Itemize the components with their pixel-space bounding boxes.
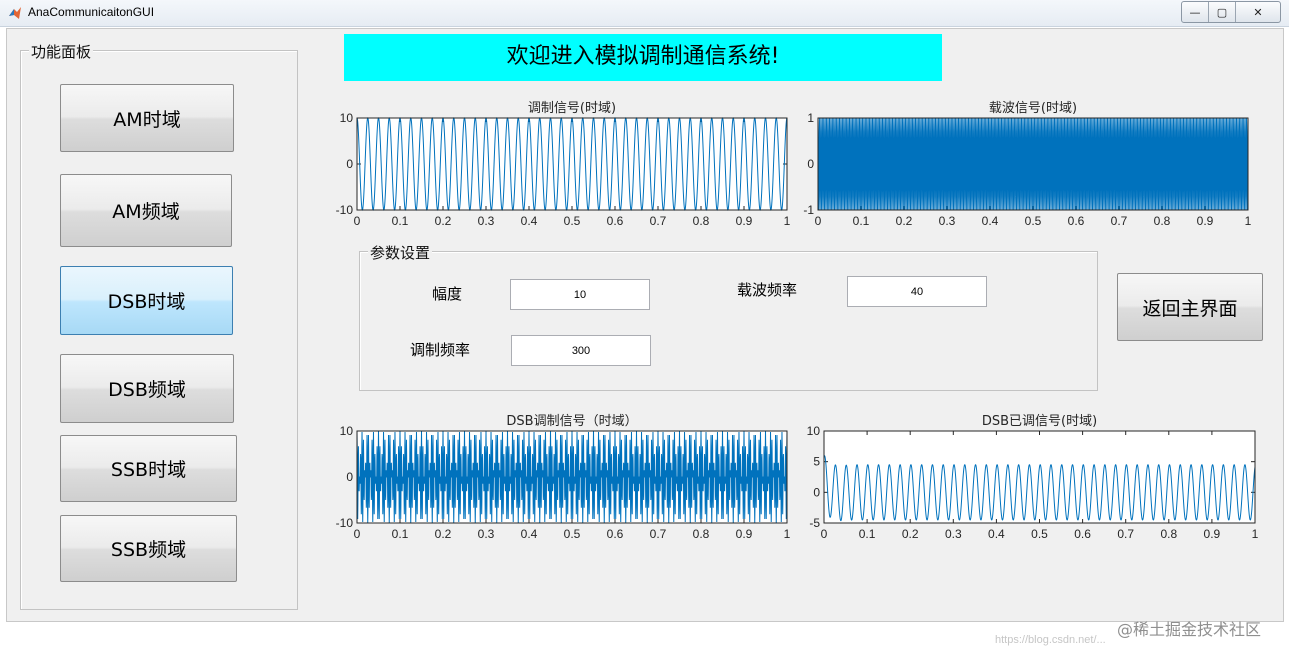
carrier-freq-input[interactable]	[847, 276, 987, 307]
x-tick-label: 0.1	[392, 214, 409, 228]
matlab-icon	[9, 7, 21, 19]
x-tick-label: 0.4	[521, 214, 538, 228]
dsb-freq-button[interactable]: DSB频域	[60, 354, 234, 423]
x-tick-label: 1	[1245, 214, 1252, 228]
x-tick-label: 0	[354, 214, 361, 228]
carrier-signal-plot: 载波信号(时域)0 0.1 0.2 0.3 0.4 0.5 0.6 0.7 0.8 0.9 110-…	[803, 101, 1252, 228]
carrier-freq-label: 载波频率	[737, 281, 798, 299]
x-tick-label: 0.6	[1068, 214, 1085, 228]
window-title: AnaCommunicaitonGUI	[28, 5, 155, 19]
x-tick-label: 0.7	[1111, 214, 1128, 228]
x-tick-label: 0.5	[1031, 527, 1048, 541]
mod-freq-input[interactable]	[511, 335, 651, 366]
x-tick-label: 0.3	[945, 527, 962, 541]
function-panel-title: 功能面板	[29, 41, 94, 62]
plot-title: 载波信号(时域)	[989, 101, 1077, 116]
csdn-url-watermark: https://blog.csdn.net/...	[995, 634, 1106, 646]
y-tick-label: 5	[813, 455, 820, 469]
x-tick-label: 0.4	[988, 527, 1005, 541]
am-freq-button[interactable]: AM频域	[60, 174, 232, 247]
plot-title: DSB已调信号(时域)	[982, 414, 1097, 429]
x-tick-label: 0.9	[736, 527, 753, 541]
y-tick-label: 1	[807, 111, 814, 125]
y-tick-label: 0	[346, 157, 353, 171]
x-tick-label: 0.1	[392, 527, 409, 541]
x-tick-label: 0.7	[650, 214, 667, 228]
x-tick-label: 0.9	[736, 214, 753, 228]
x-tick-label: 0.8	[1154, 214, 1171, 228]
x-tick-label: 0.5	[1025, 214, 1042, 228]
back-to-main-button[interactable]: 返回主界面	[1117, 273, 1263, 341]
y-tick-label: -10	[336, 516, 354, 530]
dsb-modulated-plot: DSB已调信号(时域) 0 0.1 0.2 0.3 0.4 0.5 0.6 0.7 0.8 0.9 1…	[807, 414, 1259, 541]
x-tick-label: 0.2	[896, 214, 913, 228]
y-tick-label: -1	[803, 203, 814, 217]
juejin-watermark: @稀土掘金技术社区	[1117, 620, 1262, 639]
x-tick-label: 0.6	[607, 214, 624, 228]
am-time-button[interactable]: AM时域	[60, 84, 234, 152]
plot-title: DSB调制信号（时域）	[506, 414, 637, 429]
y-tick-label: 10	[340, 111, 354, 125]
x-tick-label: 0.3	[939, 214, 956, 228]
dsb-modulating-plot: DSB调制信号（时域） 0 0.1 0.2 0.3 0.4 0.5 0.6 0.7 0.8 0.9 1…	[336, 414, 791, 541]
x-tick-label: 1	[784, 527, 791, 541]
x-tick-label: 0.6	[607, 527, 624, 541]
figure-client-area: 功能面板 AM时域 AM频域 DSB时域 DSB频域 SSB时域 SSB频域 欢…	[6, 28, 1284, 646]
x-tick-label: 0.5	[564, 527, 581, 541]
maximize-button[interactable]: ▢	[1209, 2, 1236, 22]
x-tick-label: 0.7	[650, 527, 667, 541]
y-tick-label: 0	[346, 470, 353, 484]
minimize-button[interactable]: —	[1182, 2, 1209, 22]
x-tick-label: 0.1	[859, 527, 876, 541]
mod-freq-label: 调制频率	[410, 341, 471, 359]
x-tick-label: 0.2	[435, 527, 452, 541]
x-tick-label: 0	[821, 527, 828, 541]
x-tick-label: 0.2	[435, 214, 452, 228]
amplitude-label: 幅度	[432, 285, 463, 303]
x-tick-label: 0.7	[1117, 527, 1134, 541]
x-tick-label: 0.4	[521, 527, 538, 541]
x-tick-label: 0.5	[564, 214, 581, 228]
x-tick-label: 0.3	[478, 214, 495, 228]
x-tick-label: 0	[815, 214, 822, 228]
plot-area	[357, 118, 787, 210]
ssb-freq-button[interactable]: SSB频域	[60, 515, 237, 582]
amplitude-input[interactable]	[510, 279, 650, 310]
window-controls: — ▢ ✕	[1181, 1, 1281, 23]
plot-title: 调制信号(时域)	[528, 101, 616, 116]
y-tick-label: -10	[336, 203, 354, 217]
close-button[interactable]: ✕	[1236, 2, 1280, 22]
x-tick-label: 0	[354, 527, 361, 541]
x-tick-label: 0.1	[853, 214, 870, 228]
param-settings-title: 参数设置	[368, 242, 433, 263]
x-tick-label: 0.8	[693, 214, 710, 228]
y-tick-label: -5	[809, 516, 820, 530]
dsb-time-button[interactable]: DSB时域	[60, 266, 233, 335]
x-tick-label: 0.2	[902, 527, 919, 541]
x-tick-label: 0.3	[478, 527, 495, 541]
title-bar: AnaCommunicaitonGUI — ▢ ✕	[0, 0, 1289, 27]
param-settings-panel: 参数设置	[359, 242, 1098, 391]
y-tick-label: 0	[807, 157, 814, 171]
ssb-time-button[interactable]: SSB时域	[60, 435, 237, 502]
modulating-signal-plot: 调制信号(时域)0 0.1 0.2 0.3 0.4 0.5 0.6 0.7 0.8 0.9 1100…	[336, 101, 791, 228]
x-tick-label: 0.6	[1074, 527, 1091, 541]
plot-area	[824, 431, 1255, 523]
y-tick-label: 0	[813, 485, 820, 499]
y-tick-label: 10	[807, 424, 821, 438]
welcome-banner: 欢迎进入模拟调制通信系统!	[344, 34, 942, 81]
y-tick-label: 10	[340, 424, 354, 438]
x-tick-label: 0.4	[982, 214, 999, 228]
x-tick-label: 0.8	[1160, 527, 1177, 541]
x-tick-label: 0.9	[1197, 214, 1214, 228]
x-tick-label: 1	[1252, 527, 1259, 541]
x-tick-label: 0.8	[693, 527, 710, 541]
x-tick-label: 0.9	[1204, 527, 1221, 541]
